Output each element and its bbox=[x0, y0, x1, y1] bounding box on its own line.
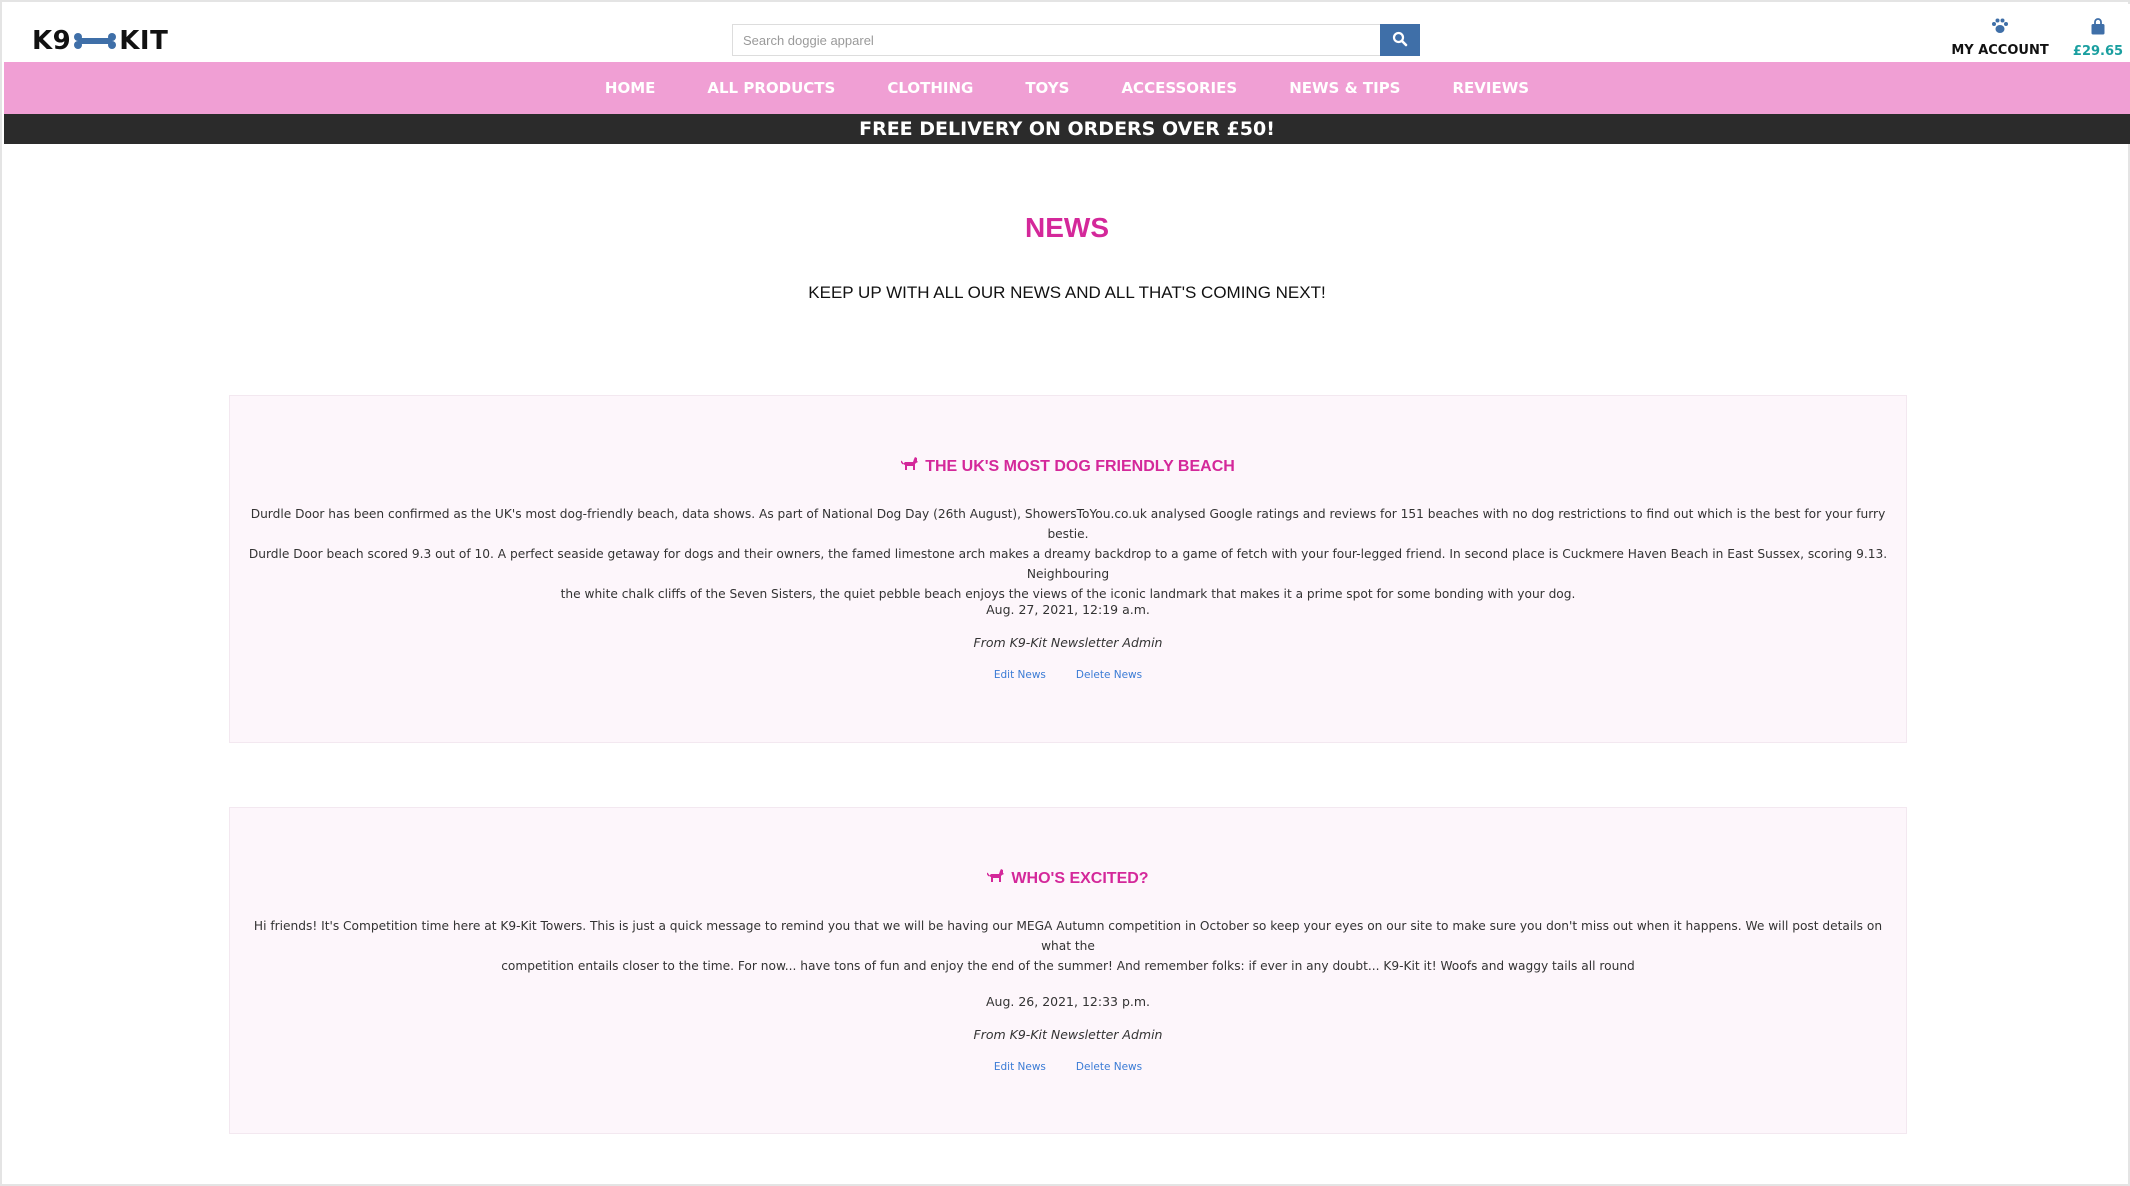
page-frame: K9 KIT Search doggie apparel MY ACCOUNT … bbox=[0, 0, 2130, 1186]
my-account-label: MY ACCOUNT bbox=[1951, 43, 2049, 58]
cart-total: £29.65 bbox=[2072, 44, 2124, 59]
news-title-row: WHO'S EXCITED? bbox=[230, 868, 1906, 889]
news-title: WHO'S EXCITED? bbox=[1011, 869, 1149, 887]
news-date: Aug. 27, 2021, 12:19 a.m. bbox=[986, 602, 1150, 617]
news-body-line: Durdle Door beach scored 9.3 out of 10. … bbox=[248, 547, 1888, 581]
news-card: WHO'S EXCITED? Hi friends! It's Competit… bbox=[229, 807, 1907, 1134]
header: K9 KIT Search doggie apparel MY ACCOUNT … bbox=[4, 4, 2130, 62]
nav-item-news-tips[interactable]: NEWS & TIPS bbox=[1263, 79, 1426, 97]
nav-item-all-products[interactable]: ALL PRODUCTS bbox=[681, 79, 861, 97]
site-logo[interactable]: K9 KIT bbox=[32, 24, 168, 58]
nav-item-reviews[interactable]: REVIEWS bbox=[1427, 79, 1556, 97]
search-input[interactable] bbox=[732, 24, 1380, 56]
main-nav: HOME ALL PRODUCTS CLOTHING TOYS ACCESSOR… bbox=[4, 62, 2130, 114]
news-title-row: THE UK'S MOST DOG FRIENDLY BEACH bbox=[230, 456, 1906, 477]
logo-text-right: KIT bbox=[119, 26, 169, 56]
search-bar bbox=[732, 24, 1420, 56]
news-body-line: Durdle Door has been confirmed as the UK… bbox=[250, 507, 1886, 541]
news-body-line: Hi friends! It's Competition time here a… bbox=[253, 919, 1883, 953]
news-author: From K9-Kit Newsletter Admin bbox=[973, 1027, 1163, 1042]
nav-item-home[interactable]: HOME bbox=[579, 79, 681, 97]
news-body-line: competition entails closer to the time. … bbox=[501, 959, 1635, 973]
news-actions: Edit News Delete News bbox=[230, 669, 1906, 681]
news-body: Hi friends! It's Competition time here a… bbox=[230, 916, 1906, 976]
news-author: From K9-Kit Newsletter Admin bbox=[973, 635, 1163, 650]
delete-news-link[interactable]: Delete News bbox=[1076, 669, 1142, 681]
nav-item-clothing[interactable]: CLOTHING bbox=[861, 79, 999, 97]
news-body-line: the white chalk cliffs of the Seven Sist… bbox=[560, 587, 1576, 601]
news-actions: Edit News Delete News bbox=[230, 1061, 1906, 1073]
dog-icon bbox=[986, 868, 1005, 889]
my-account-link[interactable]: MY ACCOUNT bbox=[1950, 18, 2050, 60]
bone-icon bbox=[73, 26, 117, 56]
nav-item-toys[interactable]: TOYS bbox=[999, 79, 1095, 97]
dog-icon bbox=[900, 456, 919, 477]
news-card: THE UK'S MOST DOG FRIENDLY BEACH Durdle … bbox=[229, 395, 1907, 743]
page-subtitle: KEEP UP WITH ALL OUR NEWS AND ALL THAT'S… bbox=[808, 283, 1326, 302]
search-button[interactable] bbox=[1380, 24, 1420, 56]
search-icon bbox=[1392, 31, 1408, 50]
edit-news-link[interactable]: Edit News bbox=[994, 1061, 1046, 1073]
delivery-banner: FREE DELIVERY ON ORDERS OVER £50! bbox=[4, 114, 2130, 144]
shopping-bag-icon bbox=[2090, 18, 2106, 39]
news-body: Durdle Door has been confirmed as the UK… bbox=[230, 504, 1906, 604]
page-title: NEWS bbox=[1025, 212, 1109, 243]
logo-text-left: K9 bbox=[32, 26, 72, 56]
delete-news-link[interactable]: Delete News bbox=[1076, 1061, 1142, 1073]
cart-link[interactable]: £29.65 bbox=[2070, 18, 2126, 60]
nav-item-accessories[interactable]: ACCESSORIES bbox=[1095, 79, 1263, 97]
paw-icon bbox=[1991, 18, 2009, 38]
edit-news-link[interactable]: Edit News bbox=[994, 669, 1046, 681]
news-title: THE UK'S MOST DOG FRIENDLY BEACH bbox=[925, 457, 1235, 475]
news-date: Aug. 26, 2021, 12:33 p.m. bbox=[985, 994, 1151, 1009]
